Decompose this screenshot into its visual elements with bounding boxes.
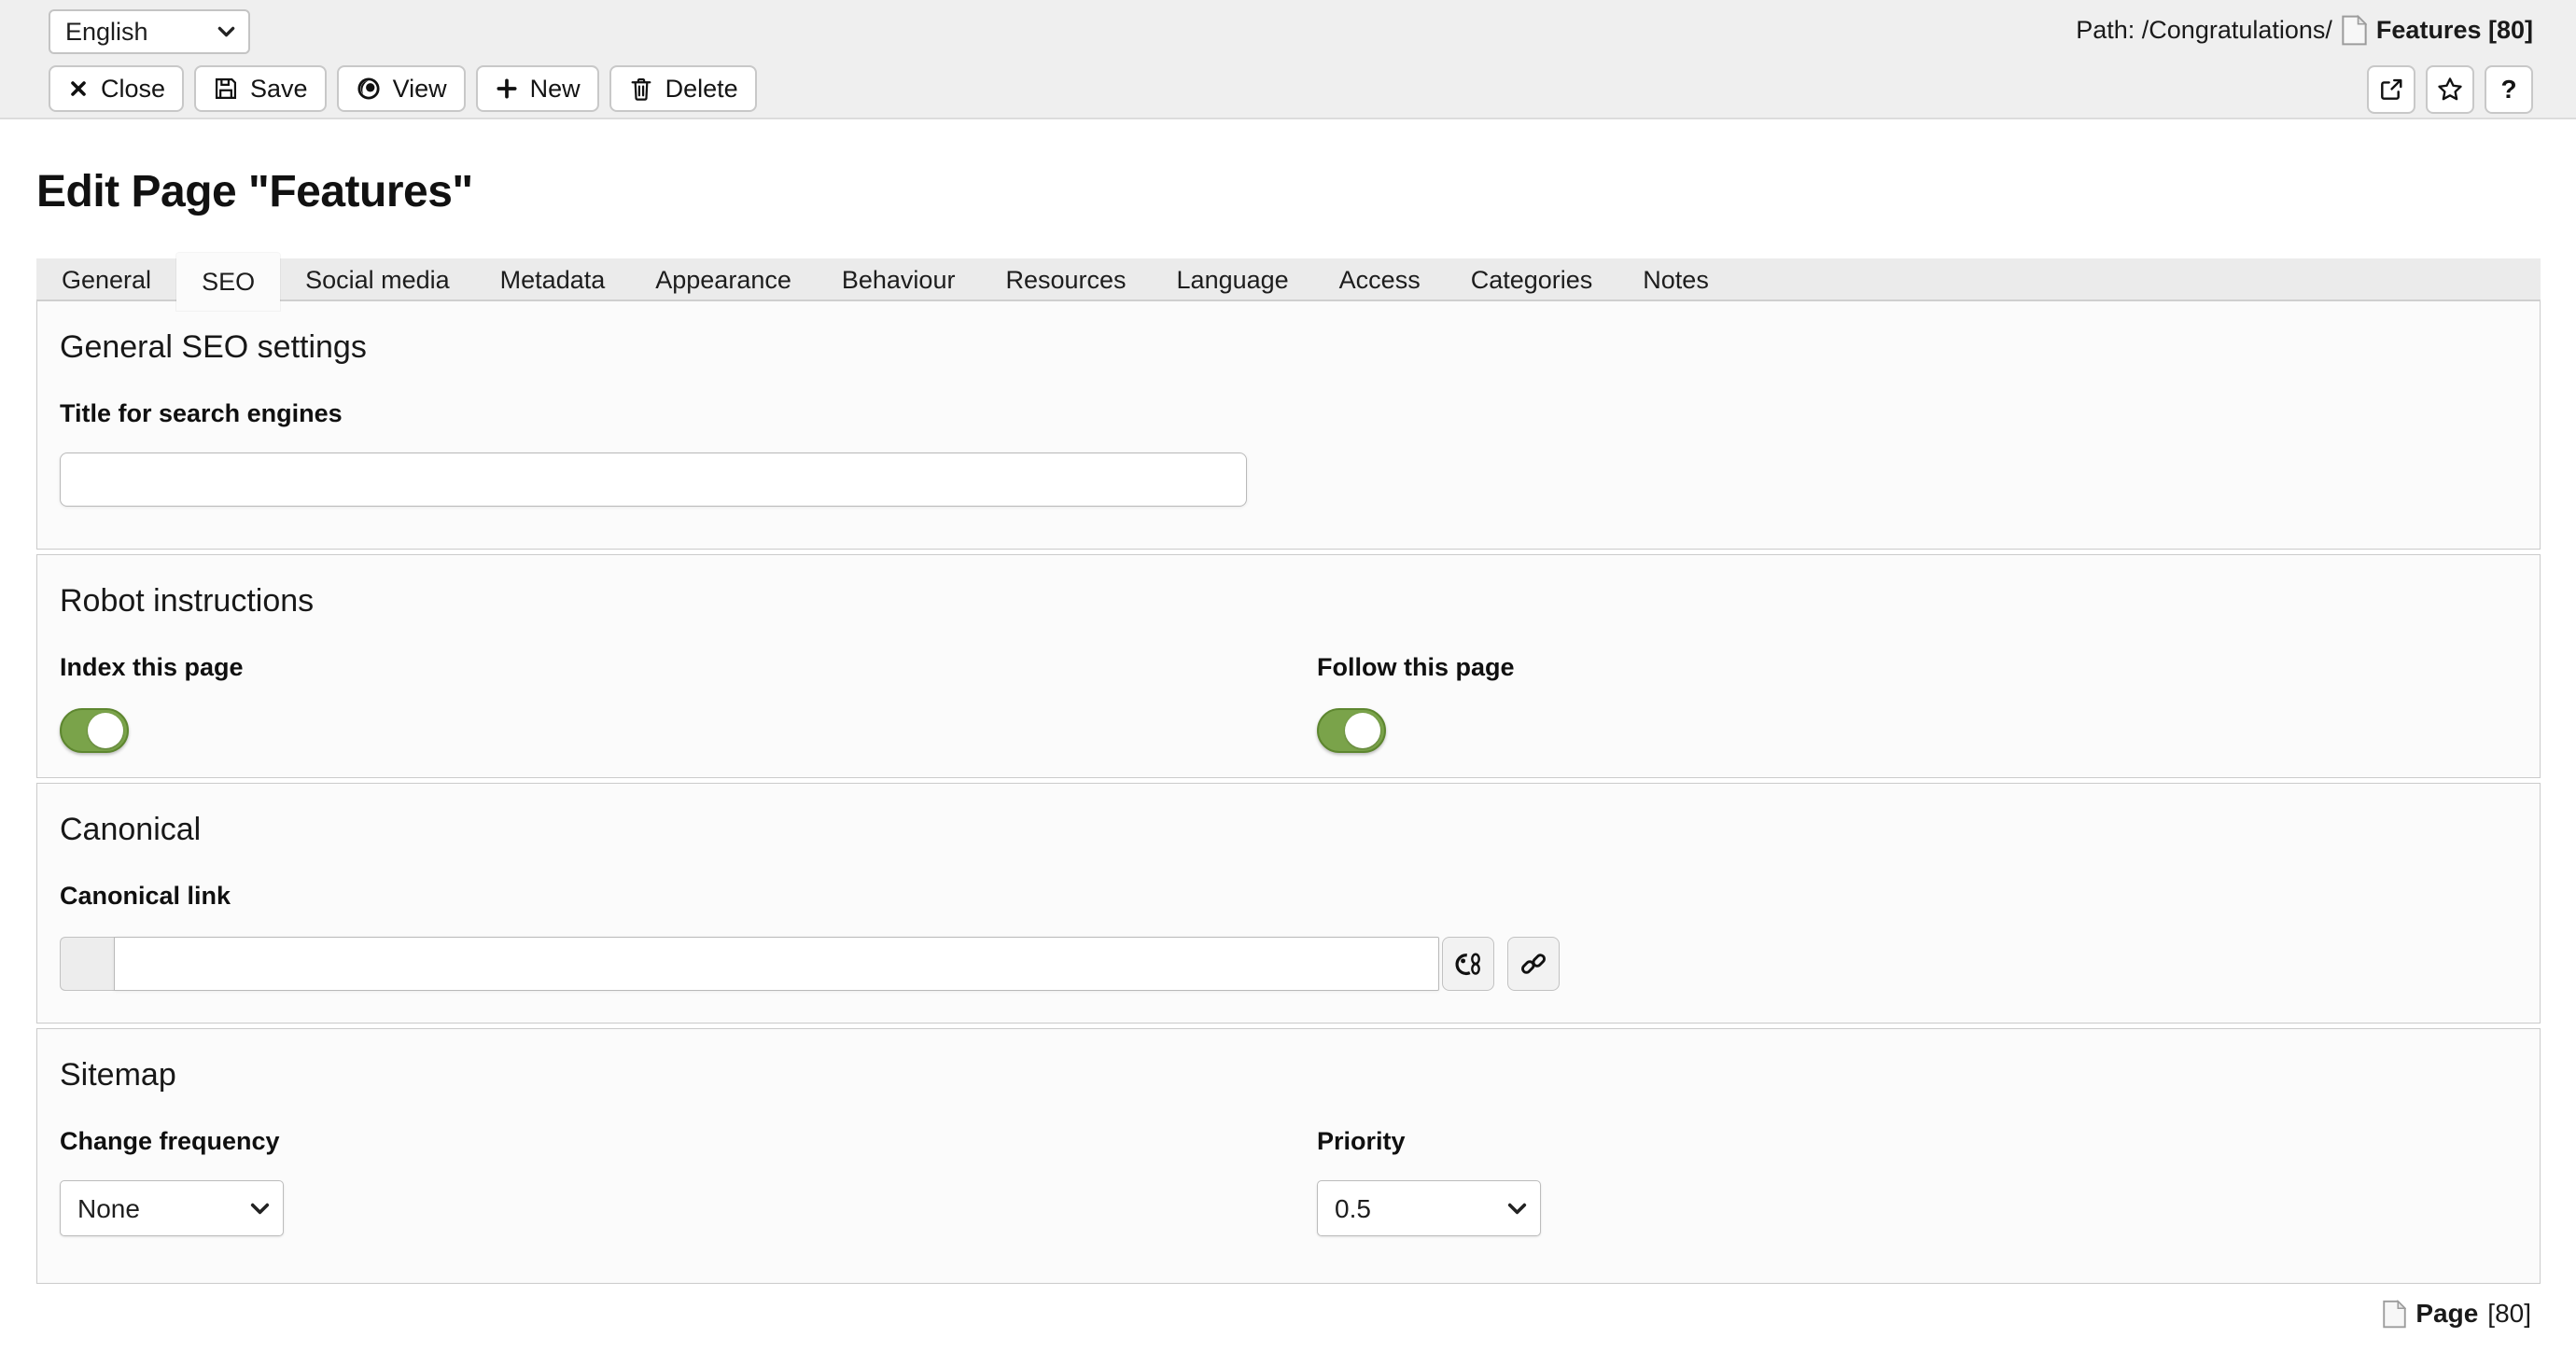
- question-icon: ?: [2500, 75, 2516, 104]
- tab-seo[interactable]: SEO: [176, 253, 280, 311]
- top-toolbar: English Close Save: [0, 0, 2576, 119]
- toolbar-buttons: Close Save View: [49, 65, 757, 112]
- section-general-seo: General SEO settings Title for search en…: [36, 301, 2541, 550]
- close-icon: [67, 77, 90, 100]
- eye-icon: [356, 76, 382, 102]
- tab-behaviour[interactable]: Behaviour: [817, 258, 981, 301]
- help-button[interactable]: ?: [2485, 65, 2533, 114]
- breadcrumb: Path: /Congratulations/ Features [80]: [2076, 15, 2533, 46]
- favorite-button[interactable]: [2426, 65, 2474, 114]
- general-seo-heading: General SEO settings: [60, 329, 2517, 366]
- content-id-label: [80]: [2487, 1299, 2531, 1329]
- title-for-search-engines-label: Title for search engines: [60, 399, 2517, 428]
- content-type-label: Page: [2415, 1299, 2478, 1329]
- page-title: Edit Page "Features": [36, 166, 2576, 217]
- new-button-label: New: [530, 75, 581, 104]
- content-type-indicator: Page [80]: [0, 1299, 2531, 1329]
- canonical-prefix-addon: [60, 937, 114, 991]
- close-button[interactable]: Close: [49, 65, 184, 112]
- toggle-knob: [88, 713, 123, 748]
- canonical-link-input[interactable]: [114, 937, 1439, 991]
- priority-field: Priority 0.5: [1317, 1093, 2517, 1236]
- change-frequency-select[interactable]: None: [61, 1181, 283, 1235]
- tab-general[interactable]: General: [36, 258, 176, 301]
- robot-instructions-heading: Robot instructions: [60, 583, 2517, 620]
- index-this-page-label: Index this page: [60, 653, 1317, 682]
- tab-social-media[interactable]: Social media: [280, 258, 475, 301]
- title-for-search-engines-input[interactable]: [60, 453, 1247, 507]
- plus-icon: [495, 77, 519, 101]
- view-button-label: View: [393, 75, 447, 104]
- header-action-buttons: ?: [2367, 65, 2533, 114]
- tab-metadata[interactable]: Metadata: [475, 258, 631, 301]
- floppy-save-icon: [213, 76, 239, 102]
- priority-label: Priority: [1317, 1127, 2517, 1156]
- delete-button-label: Delete: [665, 75, 738, 104]
- section-canonical: Canonical Canonical link: [36, 783, 2541, 1024]
- follow-this-page-label: Follow this page: [1317, 653, 2517, 682]
- new-button[interactable]: New: [476, 65, 599, 112]
- watch-link-icon: [1453, 950, 1483, 978]
- link-icon: [1519, 950, 1547, 978]
- tab-categories[interactable]: Categories: [1446, 258, 1618, 301]
- tab-appearance[interactable]: Appearance: [630, 258, 817, 301]
- change-frequency-field: Change frequency None: [60, 1093, 1317, 1236]
- canonical-link-group: [60, 937, 2517, 991]
- tab-notes[interactable]: Notes: [1617, 258, 1734, 301]
- delete-button[interactable]: Delete: [609, 65, 757, 112]
- save-button-label: Save: [250, 75, 308, 104]
- trash-icon: [628, 76, 654, 102]
- tab-access[interactable]: Access: [1314, 258, 1446, 301]
- tab-resources[interactable]: Resources: [980, 258, 1151, 301]
- change-frequency-select-wrap: None: [60, 1180, 284, 1236]
- follow-this-page-field: Follow this page: [1317, 620, 2517, 753]
- canonical-link-label: Canonical link: [60, 882, 2517, 911]
- index-this-page-toggle[interactable]: [60, 708, 129, 753]
- page-file-icon: [2342, 15, 2367, 46]
- external-link-icon: [2378, 77, 2404, 103]
- language-select[interactable]: English: [50, 11, 248, 52]
- toggle-knob: [1345, 713, 1380, 748]
- sitemap-heading: Sitemap: [60, 1057, 2517, 1093]
- watch-link-button[interactable]: [1442, 937, 1494, 991]
- breadcrumb-current-page: Features [80]: [2376, 16, 2533, 45]
- priority-select[interactable]: 0.5: [1318, 1181, 1540, 1235]
- follow-this-page-toggle[interactable]: [1317, 708, 1386, 753]
- tab-language[interactable]: Language: [1152, 258, 1314, 301]
- language-select-wrap: English: [49, 9, 250, 54]
- star-icon: [2436, 76, 2464, 104]
- view-button[interactable]: View: [337, 65, 466, 112]
- priority-select-wrap: 0.5: [1317, 1180, 1541, 1236]
- breadcrumb-path: Path: /Congratulations/: [2076, 16, 2332, 45]
- tab-bar: General SEO Social media Metadata Appear…: [36, 258, 2541, 301]
- section-sitemap: Sitemap Change frequency None Priority 0…: [36, 1028, 2541, 1284]
- save-button[interactable]: Save: [194, 65, 327, 112]
- close-button-label: Close: [101, 75, 165, 104]
- section-robot-instructions: Robot instructions Index this page Follo…: [36, 554, 2541, 778]
- insert-link-button[interactable]: [1507, 937, 1560, 991]
- open-in-new-button[interactable]: [2367, 65, 2415, 114]
- index-this-page-field: Index this page: [60, 620, 1317, 753]
- page-file-icon: [2383, 1300, 2406, 1329]
- canonical-heading: Canonical: [60, 812, 2517, 848]
- change-frequency-label: Change frequency: [60, 1127, 1317, 1156]
